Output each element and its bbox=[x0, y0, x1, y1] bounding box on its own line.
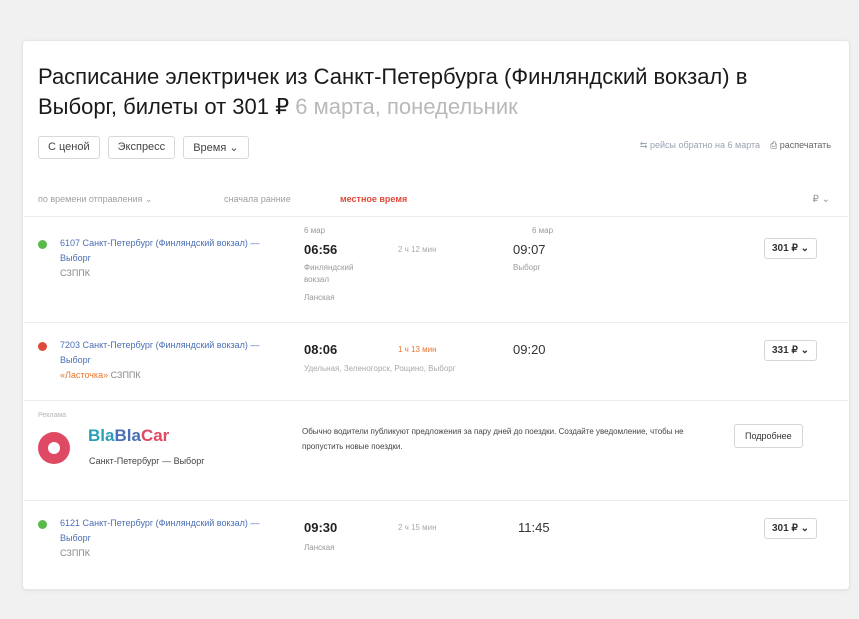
sort-bar: по времени отправления ⌄ сначала ранние … bbox=[38, 192, 830, 208]
divider bbox=[22, 216, 848, 217]
arrival-time: 09:07 bbox=[513, 242, 546, 257]
schedule-card bbox=[22, 40, 850, 590]
blablacar-logo-icon bbox=[38, 432, 70, 464]
ad-text: Обычно водители публикуют предложения за… bbox=[302, 427, 684, 451]
train-brand-label: «Ласточка» bbox=[60, 370, 109, 380]
local-time-toggle[interactable]: местное время bbox=[340, 194, 407, 204]
travel-duration: 2 ч 15 мин bbox=[398, 523, 437, 532]
departure-note: Ланская bbox=[304, 543, 335, 552]
filter-with-price-button[interactable]: С ценой bbox=[38, 136, 100, 159]
divider bbox=[22, 322, 848, 323]
ad-label: Реклама bbox=[38, 412, 67, 419]
ad-details-button[interactable]: Подробнее bbox=[734, 424, 803, 448]
printer-icon: ⎙ bbox=[770, 140, 778, 150]
return-trips-link[interactable]: ⇆ рейсы обратно на 6 марта bbox=[640, 140, 760, 151]
price-dropdown[interactable]: 301 ₽ ⌄ bbox=[764, 518, 817, 539]
train-operator: СЗППК bbox=[60, 268, 91, 278]
filter-time-dropdown[interactable]: Время ⌄ bbox=[183, 136, 249, 159]
train-title[interactable]: 6107 Санкт-Петербург (Финляндский вокзал… bbox=[60, 236, 280, 281]
departure-note: Ланская bbox=[304, 293, 335, 302]
departure-station: Финляндский вокзал bbox=[304, 263, 354, 284]
travel-duration: 2 ч 12 мин bbox=[398, 245, 437, 254]
sort-arrival-link[interactable]: сначала ранние bbox=[224, 194, 291, 204]
filter-bar: С ценой Экспресс Время ⌄ bbox=[38, 136, 249, 159]
blablacar-wordmark: BlaBlaCar bbox=[88, 426, 170, 445]
page-title: Расписание электричек из Санкт-Петербург… bbox=[38, 62, 828, 122]
train-stops: Удельная, Зеленогорск, Рощино, Выборг bbox=[304, 364, 456, 373]
train-operator: СЗППК bbox=[110, 370, 141, 380]
arrival-time: 09:20 bbox=[513, 342, 546, 357]
train-status-icon bbox=[38, 240, 47, 249]
departure-time: 08:06 bbox=[304, 342, 338, 357]
sort-departure-dropdown[interactable]: по времени отправления ⌄ bbox=[38, 194, 152, 205]
filter-express-button[interactable]: Экспресс bbox=[107, 136, 176, 159]
divider bbox=[22, 400, 848, 401]
departure-date: 6 мар bbox=[304, 226, 326, 235]
train-title[interactable]: 7203 Санкт-Петербург (Финляндский вокзал… bbox=[60, 338, 280, 383]
currency-selector[interactable]: ₽ ⌄ bbox=[812, 194, 830, 205]
departure-time: 09:30 bbox=[304, 520, 338, 535]
arrival-time: 11:45 bbox=[518, 520, 550, 535]
arrival-date: 6 мар bbox=[532, 226, 554, 235]
train-operator: СЗППК bbox=[60, 548, 91, 558]
price-dropdown[interactable]: 331 ₽ ⌄ bbox=[764, 340, 817, 361]
ad-route: Санкт-Петербург — Выборг bbox=[89, 456, 205, 466]
travel-duration: 1 ч 13 мин bbox=[398, 345, 437, 354]
price-dropdown[interactable]: 301 ₽ ⌄ bbox=[764, 238, 817, 259]
title-date[interactable]: 6 марта, понедельник bbox=[295, 94, 518, 119]
train-title[interactable]: 6121 Санкт-Петербург (Финляндский вокзал… bbox=[60, 516, 280, 561]
train-status-icon bbox=[38, 520, 47, 529]
arrival-station: Выборг bbox=[513, 263, 541, 272]
departure-time: 06:56 bbox=[304, 242, 338, 257]
train-status-icon bbox=[38, 342, 47, 351]
print-link[interactable]: ⎙ распечатать bbox=[770, 140, 831, 151]
divider bbox=[22, 500, 848, 501]
top-links: ⇆ рейсы обратно на 6 марта ⎙ распечатать bbox=[640, 140, 831, 151]
